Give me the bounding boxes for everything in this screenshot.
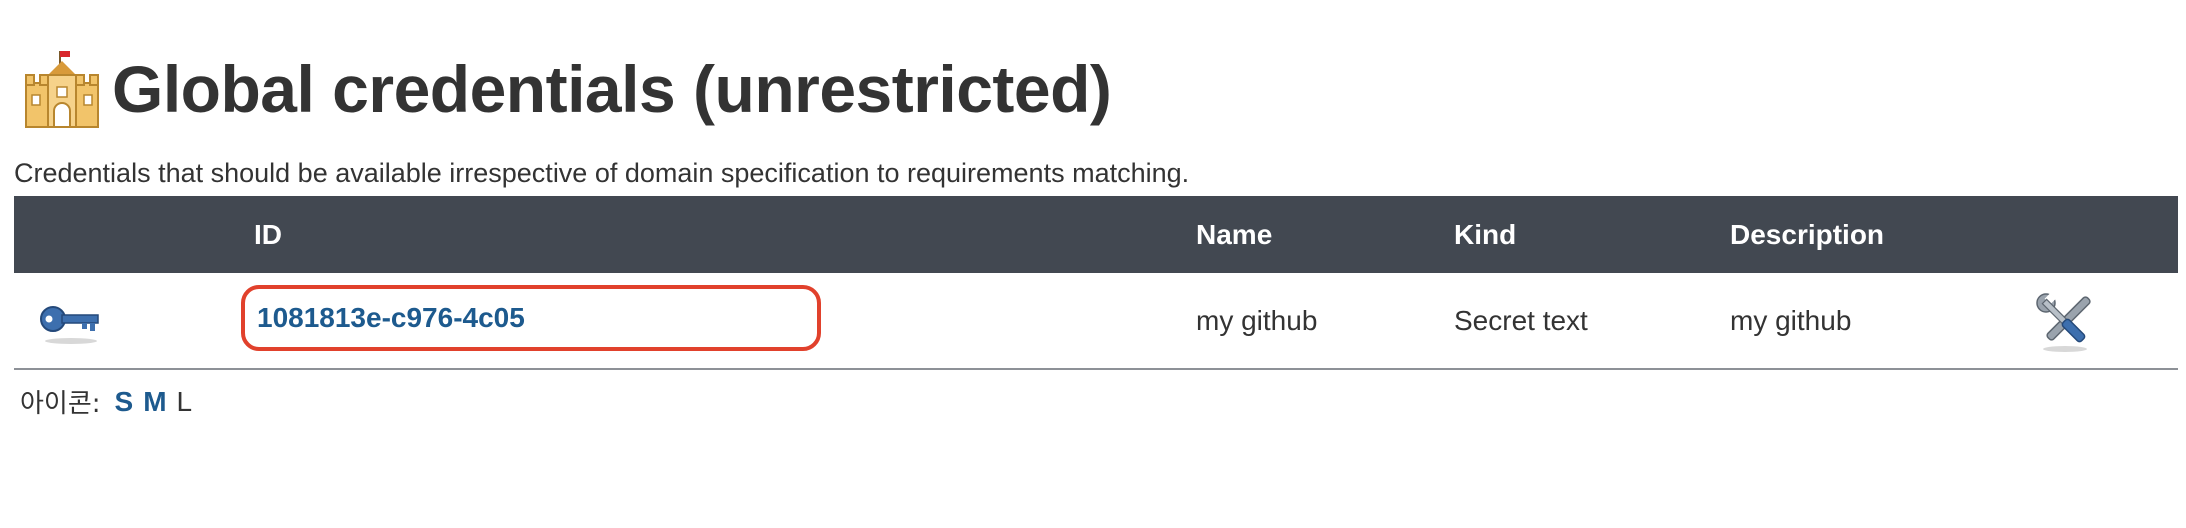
table-header: ID Name Kind Description xyxy=(14,196,2178,273)
header-description[interactable]: Description xyxy=(1730,196,1884,273)
icon-size-small-link[interactable]: S xyxy=(115,386,134,418)
credential-description: my github xyxy=(1730,305,1852,336)
credential-id[interactable]: 1081813e-c976-4c05 xyxy=(257,289,533,347)
page-description: Credentials that should be available irr… xyxy=(14,158,1190,188)
credential-kind: Secret text xyxy=(1454,305,1588,336)
header-id[interactable]: ID xyxy=(254,196,282,273)
icon-size-label: 아이콘: xyxy=(20,389,101,419)
wrench-screwdriver-icon[interactable] xyxy=(2034,291,2096,353)
page-header: Global credentials (unrestricted) xyxy=(22,44,1112,134)
key-icon xyxy=(40,306,99,344)
header-name[interactable]: Name xyxy=(1196,196,1272,273)
castle-icon xyxy=(25,51,99,128)
icon-size-selector: 아이콘: S M L xyxy=(20,383,192,420)
header-kind[interactable]: Kind xyxy=(1454,196,1516,273)
icon-size-large-current: L xyxy=(176,385,193,417)
credentials-table: ID Name Kind Description 1081813e-c976-4… xyxy=(14,196,2178,370)
icon-size-medium-link[interactable]: M xyxy=(143,386,166,418)
page-title: Global credentials (unrestricted) xyxy=(112,52,1112,126)
credential-id-link[interactable]: 1081813e-c976-4c05 xyxy=(241,285,821,351)
table-row: 1081813e-c976-4c05 my github Secret text… xyxy=(14,273,2178,370)
credential-name: my github xyxy=(1196,305,1318,336)
